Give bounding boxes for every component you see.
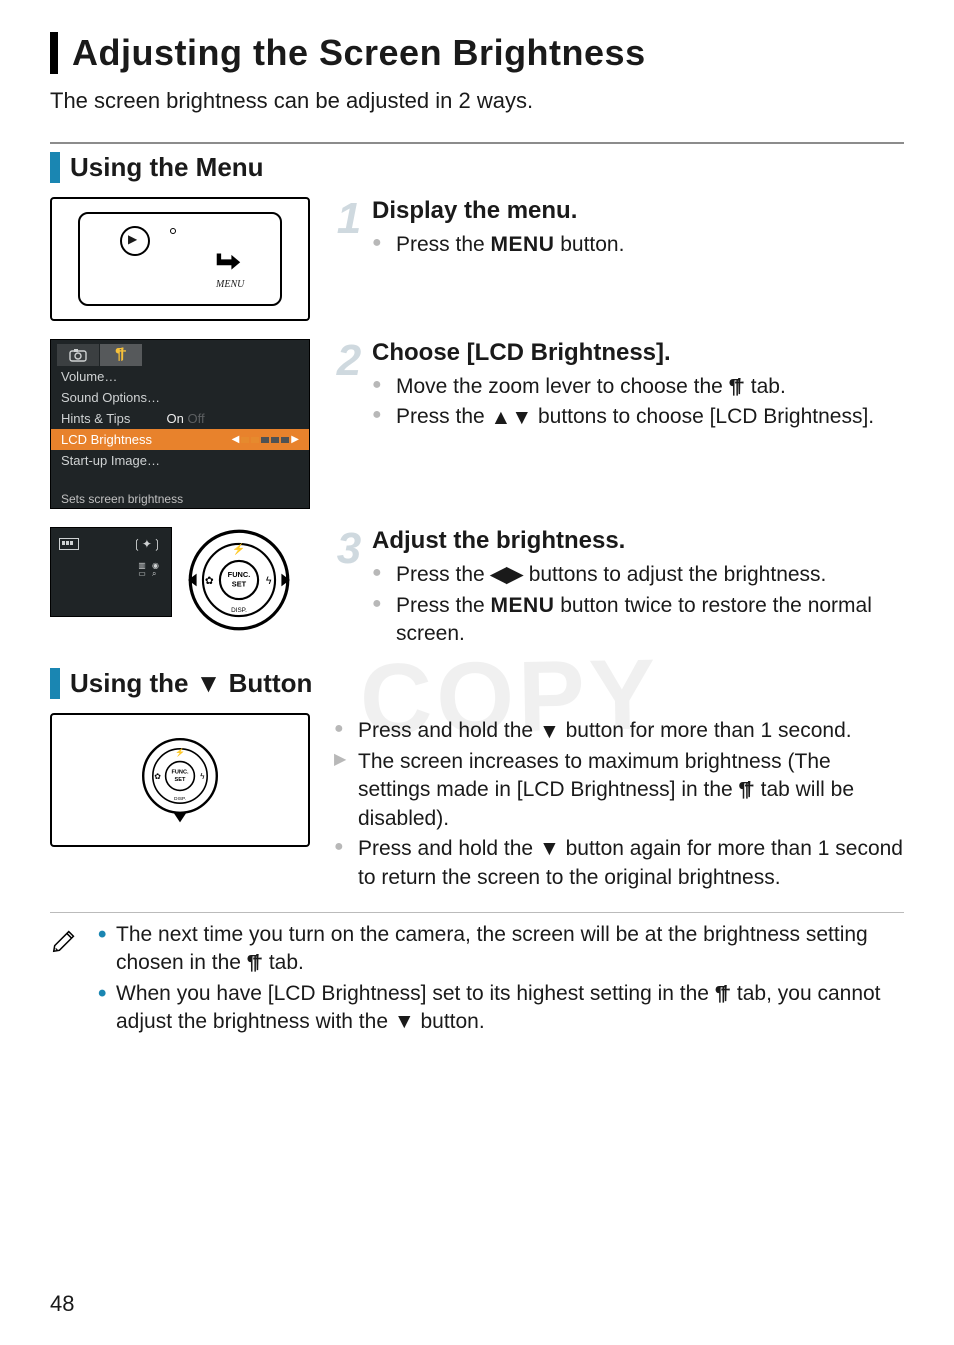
svg-text:⚡: ⚡ [175,748,185,758]
battery-icon [59,538,79,550]
menu-status-bar: Sets screen brightness [51,490,309,508]
main-title-block: Adjusting the Screen Brightness [50,32,904,74]
brightness-slider: ◀ ▶ [232,434,299,445]
button-line-1: Press and hold the ▼ button for more tha… [334,717,904,746]
down-triangle-icon: ▼ [196,668,222,698]
svg-text:ϟ: ϟ [200,773,205,782]
step-number-3: 3 [334,527,364,650]
step-3-heading: Adjust the brightness. [372,527,904,555]
up-down-icon: ▲▼ [491,404,533,432]
menu-row-sound: Sound Options… [51,387,309,408]
svg-text:SET: SET [175,777,186,783]
down-icon: ▼ [539,835,560,863]
tools-tab-icon: ¶† [715,981,731,1008]
svg-text:FUNC.: FUNC. [171,770,189,776]
page-number: 48 [50,1291,74,1317]
menu-row-startup: Start-up Image… [51,450,309,471]
step-1: MENU 1 Display the menu. Press the MENU … [50,197,904,321]
tools-tab-icon: ¶† [739,777,755,804]
subsection-using-button: Using the ▼ Button [70,668,312,698]
menu-tab-camera-icon [57,344,99,366]
menu-row-hints: Hints & Tips On Off [51,408,309,429]
menu-row-volume: Volume… [51,366,309,387]
step-number-2: 2 [334,339,364,434]
subsection-using-menu: Using the Menu [70,152,264,182]
intro-text: The screen brightness can be adjusted in… [50,88,904,114]
left-right-icon: ◀▶ [491,561,523,589]
control-wheel-down-illustration: FUNC. SET DISP. ⚡ ✿ ϟ [50,713,310,847]
camera-mode-icon: ❲✦❳ [132,537,162,551]
menu-row-lcd: LCD Brightness ◀ ▶ [51,429,309,450]
brightness-adjust-screenshot: ❲✦❳ ▥ ◉▭ ⌕ [50,527,172,617]
menu-word: MENU [491,594,555,617]
tools-tab-icon: ¶† [247,950,263,977]
svg-text:ϟ: ϟ [266,575,272,587]
step-1-line: Press the MENU button. [372,231,904,259]
down-icon: ▼ [394,1008,415,1036]
step-2-line-2: Press the ▲▼ buttons to choose [LCD Brig… [372,403,904,432]
control-wheel-illustration: FUNC. SET DISP. ⚡ ✿ ϟ [184,527,294,633]
step-number-1: 1 [334,197,364,261]
svg-text:⚡: ⚡ [232,542,245,555]
menu-word: MENU [491,233,555,256]
svg-text:✿: ✿ [154,773,161,782]
svg-text:DISP.: DISP. [231,607,247,614]
divider [50,142,904,144]
step-3-line-2: Press the MENU button twice to restore t… [372,592,904,649]
button-line-3: Press and hold the ▼ button again for mo… [334,835,904,892]
pencil-note-icon [50,921,86,1039]
lcd-menu-screenshot: ¶† Volume… Sound Options… Hints & Tips O… [50,339,310,509]
menu-tab-tools-icon: ¶† [100,344,142,366]
page-title: Adjusting the Screen Brightness [72,32,904,74]
note-2: When you have [LCD Brightness] set to it… [96,980,904,1037]
svg-text:DISP.: DISP. [174,796,186,802]
step-2: ¶† Volume… Sound Options… Hints & Tips O… [50,339,904,509]
step-3-line-1: Press the ◀▶ buttons to adjust the brigh… [372,561,904,590]
step-2-line-1: Move the zoom lever to choose the ¶† tab… [372,373,904,401]
svg-text:SET: SET [232,579,247,588]
step-2-heading: Choose [LCD Brightness]. [372,339,904,367]
note-1: The next time you turn on the camera, th… [96,921,904,978]
down-icon: ▼ [539,718,560,746]
button-line-2: The screen increases to maximum brightne… [334,748,904,833]
svg-text:✿: ✿ [205,575,214,587]
subsection-heading-block: Using the Menu [50,152,904,183]
step-3: ❲✦❳ ▥ ◉▭ ⌕ FUNC. SET DISP. ⚡ ✿ ϟ [50,527,904,650]
button-section: FUNC. SET DISP. ⚡ ✿ ϟ Press and hold the… [50,713,904,894]
notes-block: The next time you turn on the camera, th… [50,912,904,1039]
subsection-heading-block-2: Using the ▼ Button [50,668,904,699]
tools-tab-icon: ¶† [729,374,745,401]
camera-menu-label: MENU [216,279,244,290]
svg-text:FUNC.: FUNC. [228,570,251,579]
step-1-heading: Display the menu. [372,197,904,225]
camera-back-illustration: MENU [50,197,310,321]
